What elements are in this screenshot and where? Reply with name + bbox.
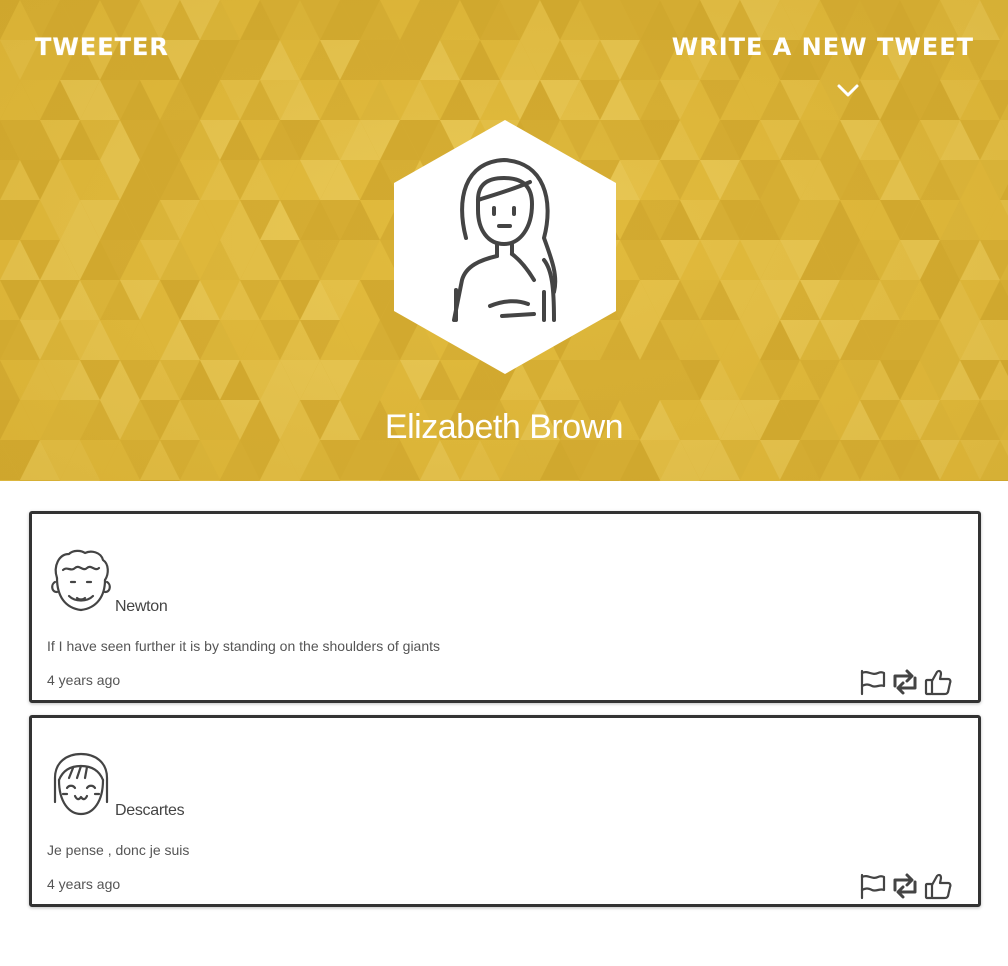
flag-icon[interactable] xyxy=(858,872,886,900)
tweet-text: Je pense , donc je suis xyxy=(47,842,190,858)
tweet-card: Descartes Je pense , donc je suis 4 year… xyxy=(29,715,981,907)
bob-hair-woman-avatar-icon xyxy=(53,752,109,816)
tweet-timestamp: 4 years ago xyxy=(47,672,121,688)
profile-name: Elizabeth Brown xyxy=(384,408,624,446)
profile-avatar xyxy=(394,120,616,374)
tweet-feed: Newton If I have seen further it is by s… xyxy=(29,511,981,919)
brand-logo-link[interactable]: TWEETER xyxy=(35,33,169,61)
retweet-icon[interactable] xyxy=(891,872,919,900)
tweet-author[interactable]: Newton xyxy=(115,598,168,616)
flag-icon[interactable] xyxy=(858,668,886,696)
chevron-down-icon[interactable] xyxy=(836,82,860,100)
write-new-tweet-link[interactable]: WRITE A NEW TWEET xyxy=(672,33,974,61)
tweet-actions xyxy=(858,668,952,696)
thumbs-up-icon[interactable] xyxy=(924,668,952,696)
tweet-card: Newton If I have seen further it is by s… xyxy=(29,511,981,703)
tweet-author[interactable]: Descartes xyxy=(115,802,185,820)
curly-hair-man-avatar-icon xyxy=(51,549,111,612)
tweet-timestamp: 4 years ago xyxy=(47,876,121,892)
thumbs-up-icon[interactable] xyxy=(924,872,952,900)
profile-header: TWEETER WRITE A NEW TWEET Elizabeth Brow… xyxy=(0,0,1008,481)
tweet-text: If I have seen further it is by standing… xyxy=(47,638,441,654)
tweet-actions xyxy=(858,872,952,900)
retweet-icon[interactable] xyxy=(891,668,919,696)
